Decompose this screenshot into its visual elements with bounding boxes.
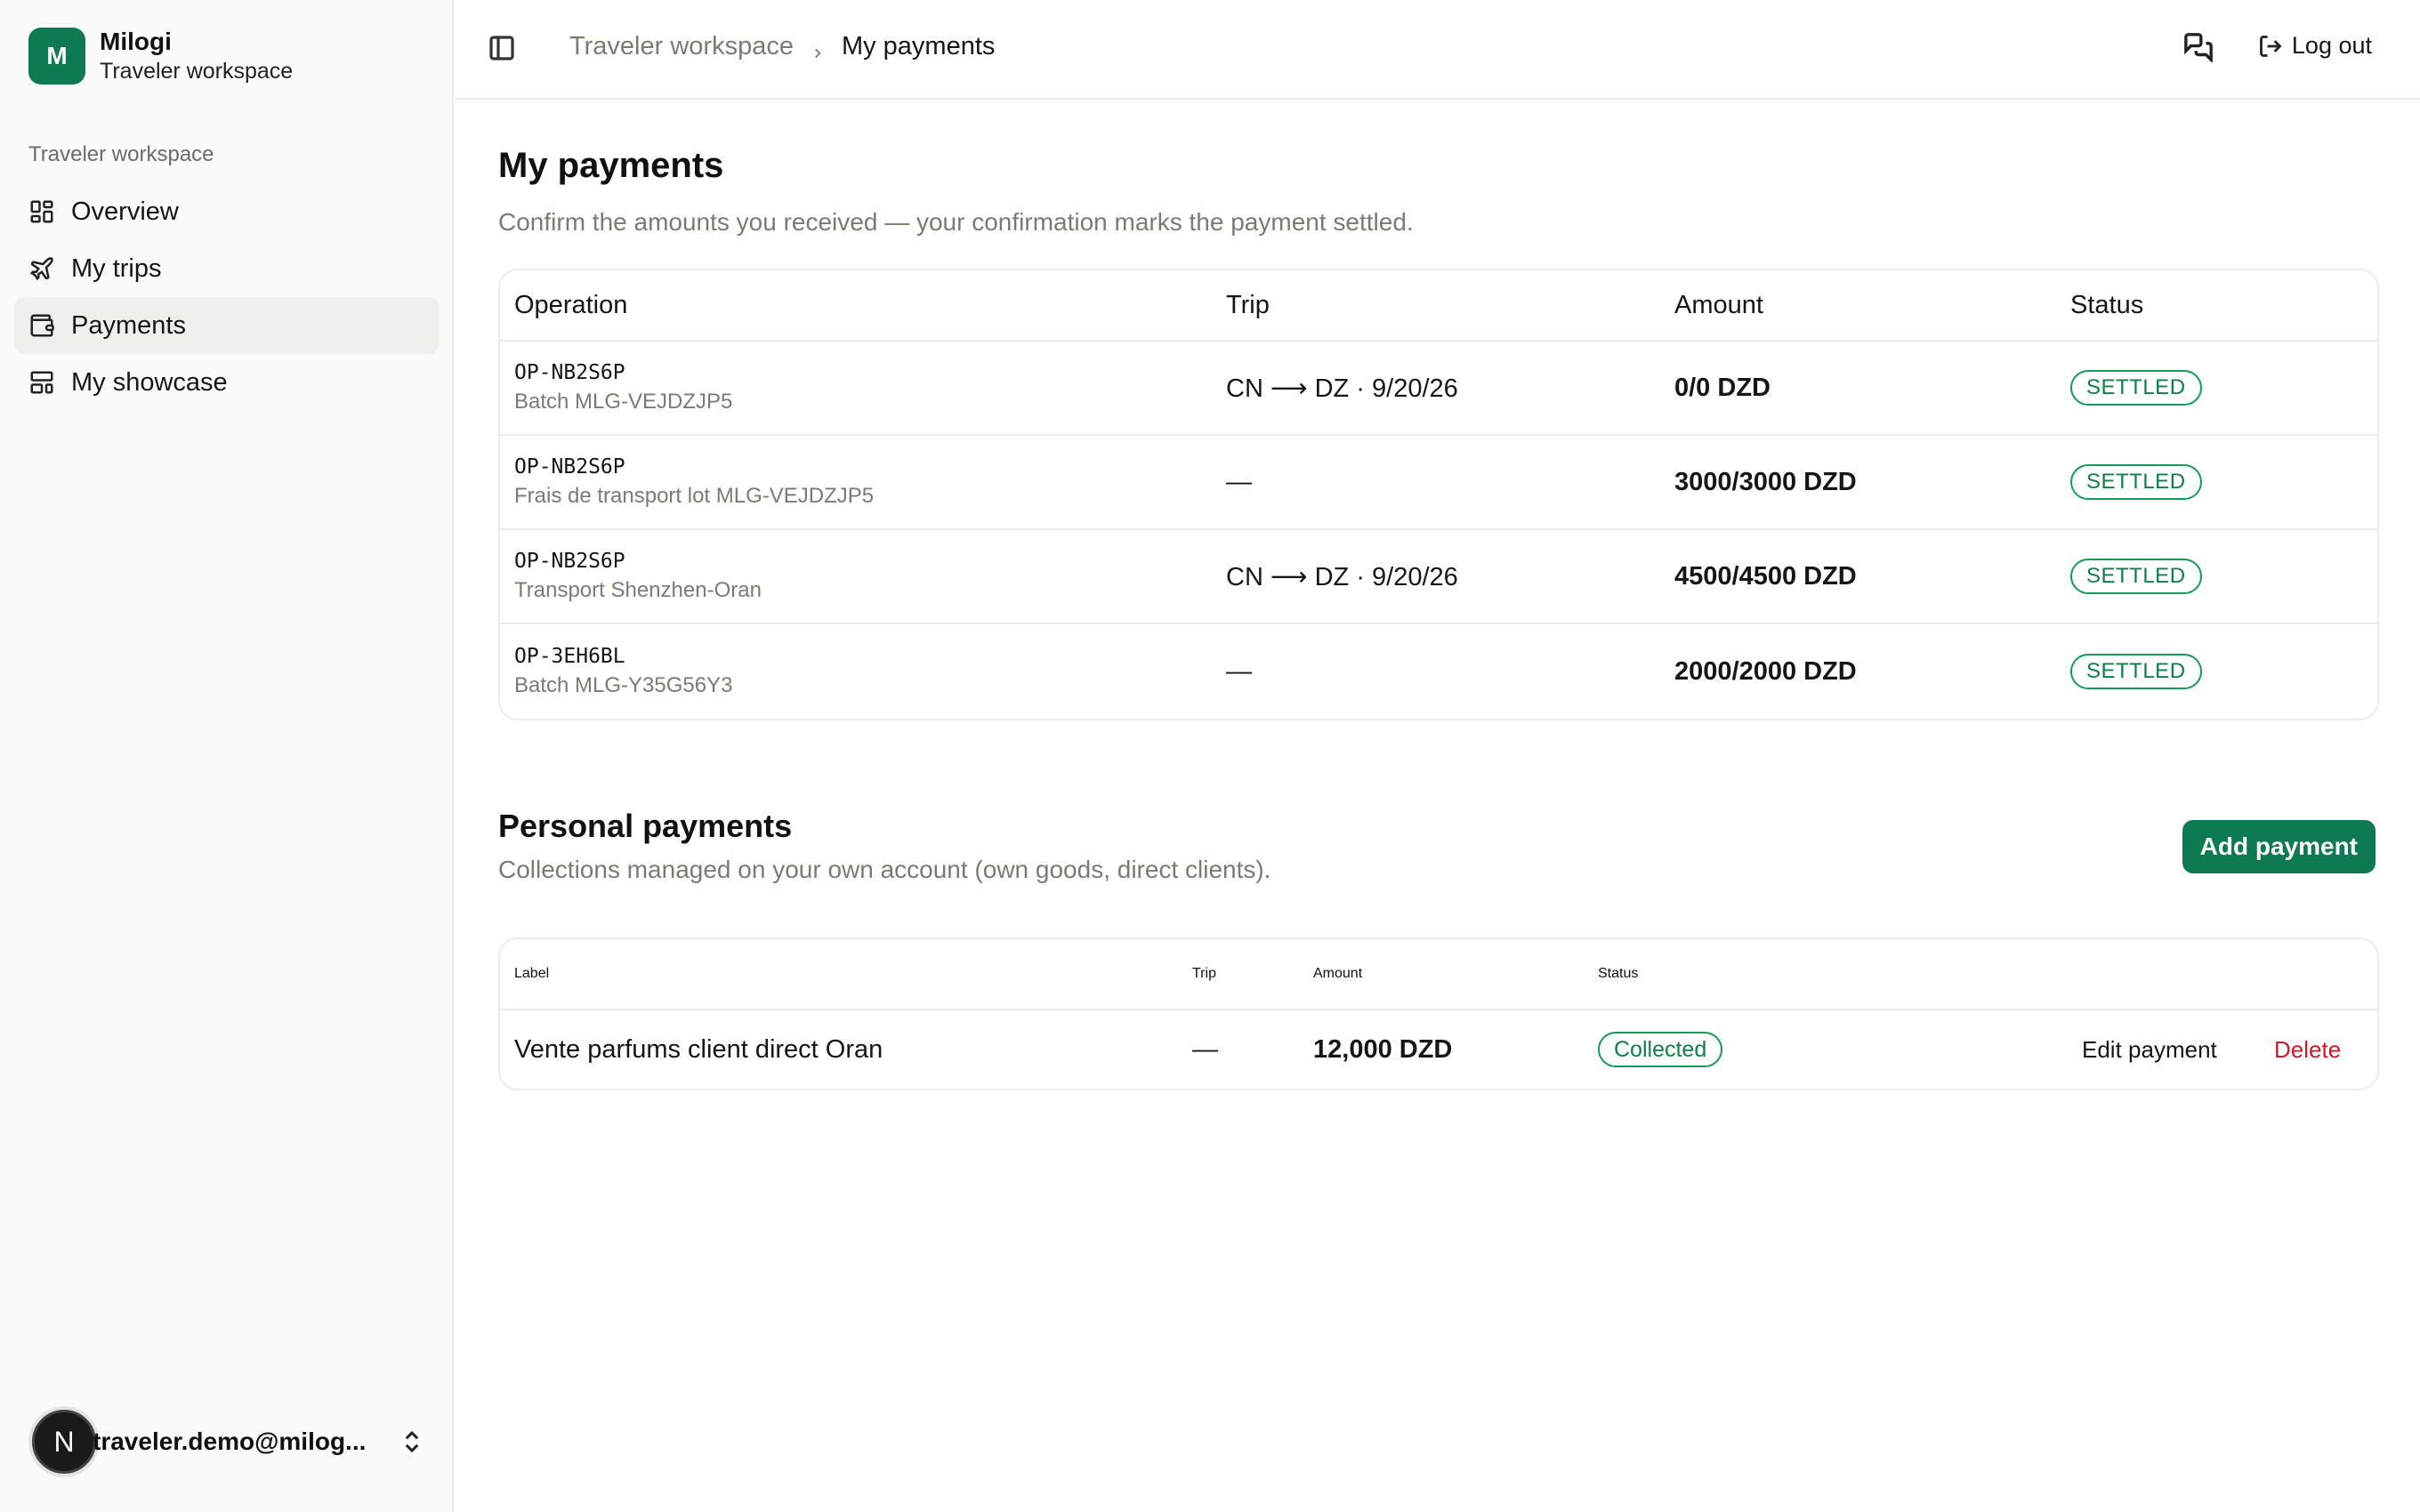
user-email: traveler.demo@milog... [93,1428,367,1455]
messages-button[interactable] [2183,32,2219,68]
brand-name: Milogi [100,28,172,55]
sidebar-item-label: Overview [71,197,179,226]
sidebar: M Milogi Traveler workspace Traveler wor… [0,0,454,1512]
status-badge: SETTLED [2070,370,2202,406]
brand-logo: M [28,28,85,84]
avatar: N [32,1410,96,1474]
chevron-right-icon [810,39,826,58]
payments-table: Operation Trip Amount Status OP-NB2S6P B… [498,269,2379,720]
sidebar-item-my-trips[interactable]: My trips [14,240,440,297]
trip-cell: — [1192,1034,1218,1064]
operation-code: OP-3EH6BL [514,645,625,668]
personal-payments-title: Personal payments [498,808,793,844]
log-out-icon [2260,35,2282,57]
column-header-amount: Amount [1674,290,1763,319]
logout-label: Log out [2291,32,2372,59]
topbar: Traveler workspace My payments Log out [456,0,2420,100]
table-row: OP-NB2S6P Batch MLG-VEJDZJP5 CN ⟶ DZ · 9… [500,342,2377,436]
add-payment-button[interactable]: Add payment [2182,820,2376,873]
label-cell: Vente parfums client direct Oran [514,1034,883,1064]
table-row: OP-3EH6BL Batch MLG-Y35G56Y3 — 2000/2000… [500,624,2377,719]
breadcrumb-parent[interactable]: Traveler workspace [569,32,794,61]
column-header-status: Status [2070,290,2144,319]
operation-code: OP-NB2S6P [514,550,625,573]
column-header-status: Status [1598,966,1639,981]
page-description: Confirm the amounts you received — your … [498,208,1414,236]
operation-code: OP-NB2S6P [514,455,625,479]
sidebar-toggle-button[interactable] [488,34,520,66]
sidebar-nav: Overview My trips Payments My showcase [14,183,440,411]
layout-icon [30,371,53,394]
personal-payments-description: Collections managed on your own account … [498,856,1271,883]
sidebar-item-label: Payments [71,310,186,340]
column-header-operation: Operation [514,290,628,319]
table-header: Label Trip Amount Status [500,939,2377,1010]
brand-text: Milogi Traveler workspace [100,27,293,85]
operation-subtitle: Batch MLG-VEJDZJP5 [514,390,733,414]
edit-payment-button[interactable]: Edit payment [2082,1036,2217,1064]
column-header-amount: Amount [1313,966,1363,981]
operation-code: OP-NB2S6P [514,361,625,384]
status-badge: SETTLED [2070,464,2202,500]
amount-cell: 3000/3000 DZD [1674,467,1857,496]
trip-cell: — [1226,656,1252,686]
panel-left-icon [489,36,514,60]
amount-cell: 12,000 DZD [1313,1034,1453,1064]
page-title: My payments [498,146,724,185]
sidebar-item-label: My trips [71,253,162,283]
status-badge: SETTLED [2070,654,2202,689]
operation-subtitle: Transport Shenzhen-Oran [514,578,762,602]
plane-icon [29,257,53,281]
grid-icon [30,200,53,223]
operation-subtitle: Batch MLG-Y35G56Y3 [514,673,733,697]
chevrons-up-down-icon [399,1428,425,1455]
table-row: OP-NB2S6P Frais de transport lot MLG-VEJ… [500,436,2377,530]
delete-payment-button[interactable]: Delete [2274,1036,2341,1064]
amount-cell: 2000/2000 DZD [1674,656,1857,686]
sidebar-item-overview[interactable]: Overview [14,183,440,240]
status-badge: Collected [1598,1032,1723,1067]
table-row: Vente parfums client direct Oran — 12,00… [500,1010,2377,1089]
brand-workspace: Traveler workspace [100,59,294,84]
sidebar-item-payments[interactable]: Payments [14,297,440,354]
amount-cell: 4500/4500 DZD [1674,561,1857,591]
column-header-trip: Trip [1192,966,1216,981]
messages-icon [2184,33,2213,64]
breadcrumb: Traveler workspace My payments [569,32,995,61]
logout-button[interactable]: Log out [2258,32,2372,60]
sidebar-item-label: My showcase [71,367,228,397]
sidebar-item-my-showcase[interactable]: My showcase [14,354,440,411]
table-row: OP-NB2S6P Transport Shenzhen-Oran CN ⟶ D… [500,530,2377,624]
column-header-label: Label [514,966,550,981]
amount-cell: 0/0 DZD [1674,373,1771,402]
trip-cell: CN ⟶ DZ · 9/20/26 [1226,562,1458,591]
breadcrumb-current: My payments [841,32,996,60]
status-badge: SETTLED [2070,559,2202,594]
operation-subtitle: Frais de transport lot MLG-VEJDZJP5 [514,484,875,508]
user-menu[interactable]: N traveler.demo@milog... [32,1410,432,1474]
table-header: Operation Trip Amount Status [500,270,2377,342]
brand[interactable]: M Milogi Traveler workspace [28,27,293,85]
trip-cell: CN ⟶ DZ · 9/20/26 [1226,374,1458,403]
trip-cell: — [1226,467,1252,496]
wallet-icon [30,314,54,337]
nav-section-label: Traveler workspace [28,142,214,166]
column-header-trip: Trip [1226,290,1270,319]
personal-payments-table: Label Trip Amount Status Vente parfums c… [498,937,2379,1090]
